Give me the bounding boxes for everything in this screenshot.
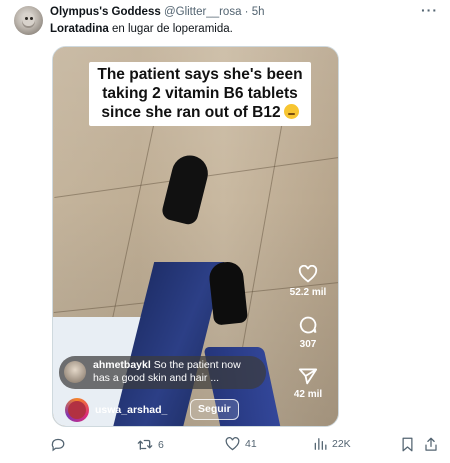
tweet-action-bar: 6 41 22K: [0, 435, 450, 457]
tweet-text: Loratadina en lugar de loperamida.: [50, 22, 233, 36]
like-count: 41: [245, 438, 257, 450]
author-name[interactable]: Olympus's Goddess: [50, 6, 161, 18]
views-button[interactable]: 22K: [313, 437, 351, 451]
featured-comment[interactable]: ahmetbaykl So the patient now has a good…: [59, 356, 266, 389]
analytics-bar-icon: [314, 438, 327, 450]
heart-icon[interactable]: [298, 265, 318, 283]
like-button[interactable]: 41: [225, 437, 257, 451]
tweet-text-bold: Loratadina: [50, 23, 109, 35]
reply-icon: [51, 438, 65, 452]
video-media[interactable]: The patient says she's been taking 2 vit…: [52, 46, 339, 427]
creator-avatar[interactable]: [65, 398, 89, 422]
melting-face-emoji-icon: [283, 104, 299, 119]
avatar-face: [22, 13, 35, 28]
tweet: Olympus's Goddess @Glitter__rosa · 5h ··…: [0, 0, 450, 463]
comment-bubble-icon[interactable]: [298, 315, 318, 335]
reel-share-count: 42 mil: [293, 389, 323, 400]
reel-like[interactable]: 52.2 mil: [286, 265, 330, 298]
follow-button[interactable]: Seguir: [190, 399, 239, 420]
creator-username[interactable]: uswa_arshad_: [95, 404, 167, 416]
reel-like-count: 52.2 mil: [289, 287, 327, 298]
reel-comment-count: 307: [299, 339, 317, 350]
tweet-time[interactable]: 5h: [252, 6, 265, 18]
share-icon: [425, 437, 437, 451]
share-button[interactable]: [424, 437, 438, 452]
like-heart-icon: [225, 437, 240, 451]
caption-text: The patient says she's been taking 2 vit…: [97, 66, 303, 121]
more-options-icon[interactable]: ···: [421, 2, 438, 18]
bookmark-icon: [402, 437, 413, 452]
author-handle[interactable]: @Glitter__rosa: [164, 6, 242, 18]
tweet-header: Olympus's Goddess @Glitter__rosa · 5h: [50, 5, 265, 19]
author-avatar[interactable]: [14, 6, 43, 35]
send-icon[interactable]: [298, 367, 318, 385]
header-separator: ·: [244, 6, 249, 18]
tweet-text-rest: en lugar de loperamida.: [108, 23, 233, 35]
video-caption: The patient says she's been taking 2 vit…: [89, 62, 311, 126]
reel-action-rail: 52.2 mil 307 42 mil: [286, 265, 330, 417]
retweet-icon: [137, 439, 153, 450]
reel-share[interactable]: 42 mil: [286, 367, 330, 400]
retweet-count: 6: [158, 438, 164, 451]
avatar-eye-left: [25, 17, 28, 20]
bookmark-button[interactable]: [401, 437, 414, 452]
reel-comment[interactable]: 307: [286, 315, 330, 350]
commenter-username: ahmetbaykl: [93, 359, 151, 371]
avatar-eye-right: [30, 17, 33, 20]
commenter-avatar: [64, 361, 86, 383]
reply-button[interactable]: [50, 437, 70, 452]
views-count: 22K: [332, 438, 351, 450]
retweet-button[interactable]: 6: [137, 437, 164, 452]
